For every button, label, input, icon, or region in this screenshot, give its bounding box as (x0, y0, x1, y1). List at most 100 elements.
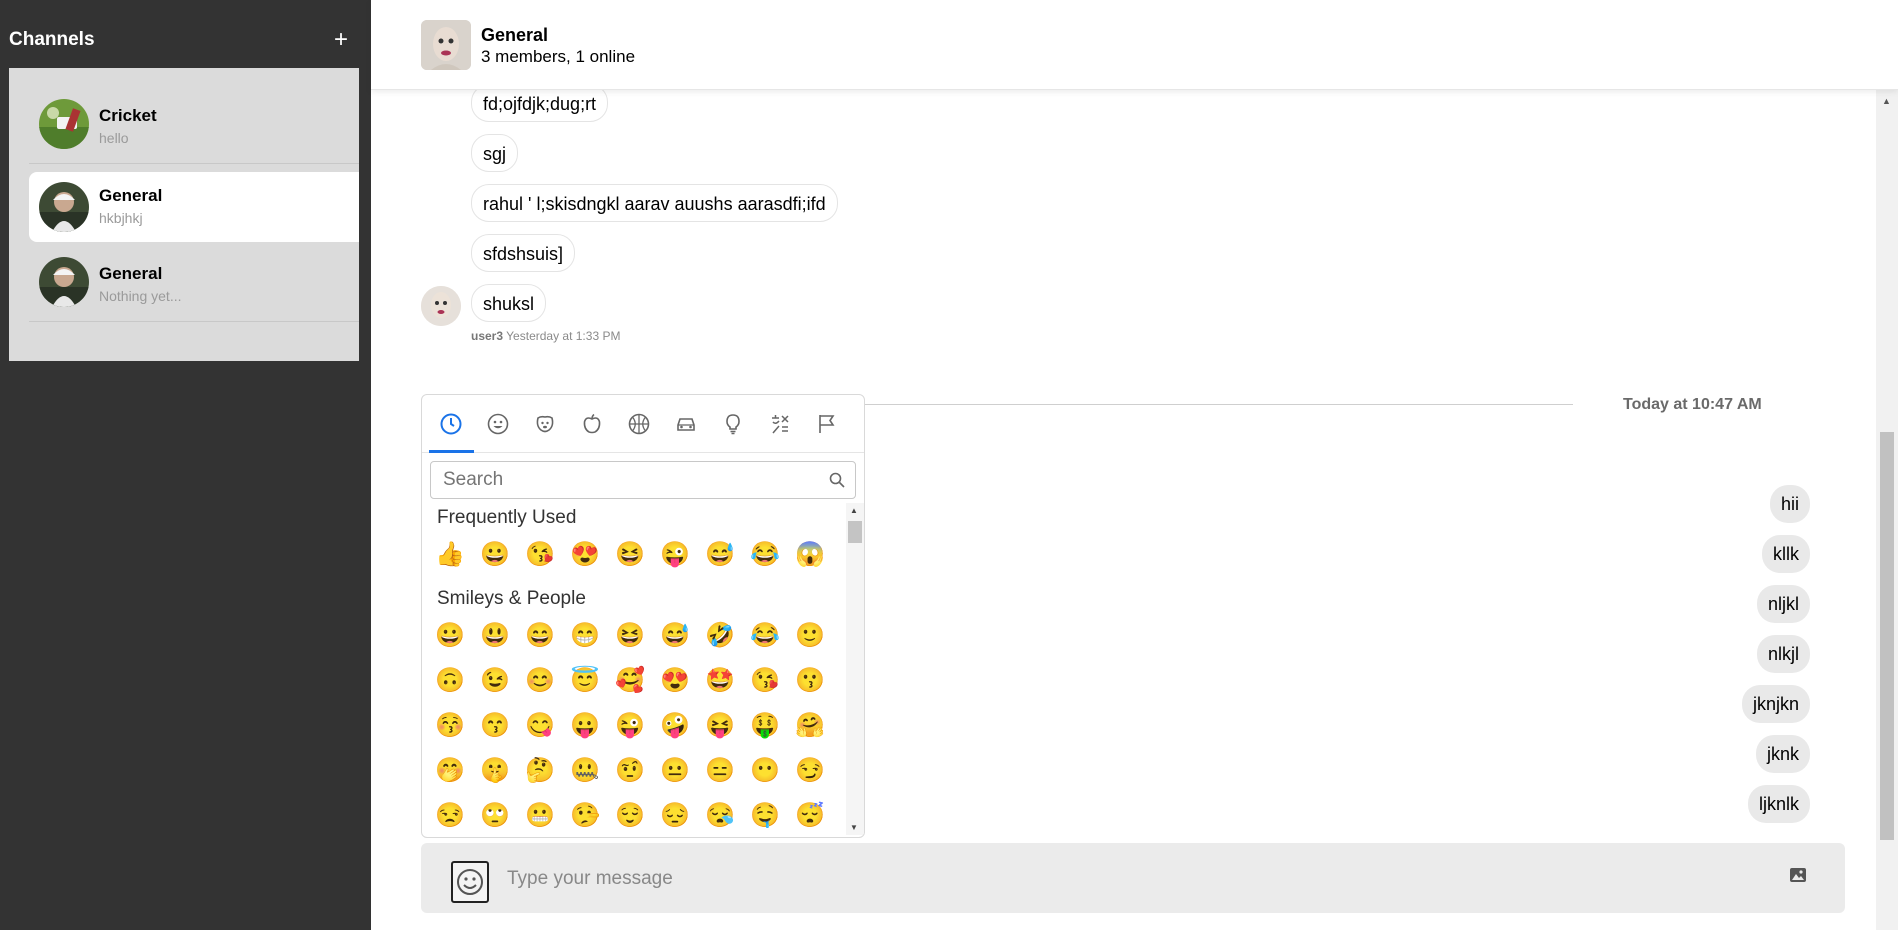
emoji-cell[interactable]: 😋 (522, 707, 558, 743)
emoji-cell[interactable]: 😇 (567, 662, 603, 698)
channel-list: Cricket hello General hkbjhkj General No… (9, 68, 359, 361)
smiley-icon[interactable] (474, 395, 521, 453)
emoji-cell[interactable]: 😑 (702, 752, 738, 788)
emoji-cell[interactable]: 😁 (567, 617, 603, 653)
emoji-cell[interactable]: 😗 (792, 662, 828, 698)
emoji-search-input[interactable] (443, 466, 813, 494)
emoji-cell[interactable]: 😜 (657, 536, 693, 572)
emoji-scrollbar[interactable]: ▲ ▼ (846, 503, 864, 835)
smileys-grid: 😀 😃 😄 😁 😆 😅 🤣 😂 🙂 🙃 😉 😊 😇 🥰 😍 🤩 😘 😗 😚 😙 😋 😛 😜 🤪 😝 🤑 🤗 🤭 🤫 🤔 🤐 🤨 😐 😑 😶 😏 😒 🙄 😬 🤥… (432, 617, 852, 837)
emoji-cell[interactable]: 😪 (702, 797, 738, 833)
emoji-cell[interactable]: 🤩 (702, 662, 738, 698)
scroll-down-arrow-icon[interactable]: ▼ (850, 823, 858, 832)
emoji-cell[interactable]: 🤗 (792, 707, 828, 743)
symbols-icon[interactable] (756, 395, 803, 453)
emoji-cell[interactable]: 😜 (612, 707, 648, 743)
emoji-cell[interactable]: 😐 (657, 752, 693, 788)
activity-icon[interactable] (615, 395, 662, 453)
emoji-cell[interactable]: 😱 (792, 536, 828, 572)
emoji-scrollbar-thumb[interactable] (848, 521, 862, 543)
message-composer (421, 843, 1845, 913)
emoji-cell[interactable]: 😍 (657, 662, 693, 698)
emoji-cell[interactable]: 🤨 (612, 752, 648, 788)
emoji-cell[interactable]: 🤫 (477, 752, 513, 788)
emoji-cell[interactable]: 😅 (702, 536, 738, 572)
scroll-up-arrow-icon[interactable]: ▲ (850, 506, 858, 515)
emoji-cell[interactable]: 🙄 (477, 797, 513, 833)
emoji-cell[interactable]: 😂 (747, 536, 783, 572)
emoji-cell[interactable]: 😀 (432, 617, 468, 653)
emoji-cell[interactable]: 🤪 (657, 707, 693, 743)
emoji-cell[interactable]: 😘 (522, 536, 558, 572)
emoji-cell[interactable]: 😊 (522, 662, 558, 698)
sent-message: jknjkn (1741, 685, 1810, 723)
emoji-cell[interactable]: 😔 (657, 797, 693, 833)
emoji-cell[interactable]: 🤤 (747, 797, 783, 833)
emoji-cell[interactable]: 😚 (432, 707, 468, 743)
message-author: user3 (471, 329, 504, 343)
channel-item-general[interactable]: General Nothing yet... (29, 242, 359, 322)
travel-icon[interactable] (662, 395, 709, 453)
emoji-cell[interactable]: 😆 (612, 617, 648, 653)
image-upload-icon[interactable] (1788, 865, 1810, 887)
objects-icon[interactable] (709, 395, 756, 453)
emoji-cell[interactable]: 😉 (477, 662, 513, 698)
emoji-toggle-button[interactable] (451, 861, 489, 903)
emoji-category-bar (422, 395, 864, 453)
emoji-cell[interactable]: 👍 (432, 536, 468, 572)
add-channel-button[interactable]: + (334, 28, 348, 52)
chat-scrollbar[interactable]: ▲ (1876, 90, 1898, 930)
emoji-cell[interactable]: 🤥 (567, 797, 603, 833)
food-icon[interactable] (568, 395, 615, 453)
emoji-cell[interactable]: 😀 (477, 536, 513, 572)
emoji-cell[interactable]: 🤐 (567, 752, 603, 788)
channel-item-cricket[interactable]: Cricket hello (29, 84, 359, 164)
emoji-cell[interactable]: 😒 (432, 797, 468, 833)
channel-preview: Nothing yet... (99, 288, 182, 304)
sent-message: hii (1769, 485, 1810, 523)
message-input[interactable] (507, 861, 1707, 897)
emoji-cell[interactable]: 😝 (702, 707, 738, 743)
channel-item-general-active[interactable]: General hkbjhkj (29, 172, 359, 242)
chat-scrollbar-thumb[interactable] (1880, 432, 1894, 840)
date-divider-line (841, 404, 1573, 405)
emoji-cell[interactable]: 😌 (612, 797, 648, 833)
emoji-cell[interactable]: 🤑 (747, 707, 783, 743)
user-avatar (421, 286, 461, 326)
recent-icon[interactable] (427, 395, 474, 453)
animal-icon[interactable] (521, 395, 568, 453)
channel-avatar (39, 98, 89, 149)
frequently-used-heading: Frequently Used (437, 507, 577, 528)
emoji-cell[interactable]: 😶 (747, 752, 783, 788)
date-divider-label: Today at 10:47 AM (1623, 396, 1762, 413)
emoji-cell[interactable]: 😆 (612, 536, 648, 572)
emoji-cell[interactable]: 😬 (522, 797, 558, 833)
emoji-cell[interactable]: 🙃 (432, 662, 468, 698)
emoji-cell[interactable]: 🥰 (612, 662, 648, 698)
emoji-cell[interactable]: 😛 (567, 707, 603, 743)
emoji-cell[interactable]: 😅 (657, 617, 693, 653)
sent-message: nljkl (1756, 585, 1810, 623)
emoji-cell[interactable]: 😂 (747, 617, 783, 653)
emoji-cell[interactable]: 😙 (477, 707, 513, 743)
emoji-cell[interactable]: 😃 (477, 617, 513, 653)
scroll-up-arrow-icon[interactable]: ▲ (1882, 96, 1891, 106)
emoji-cell[interactable]: 🤔 (522, 752, 558, 788)
emoji-cell[interactable]: 😍 (567, 536, 603, 572)
flags-icon[interactable] (803, 395, 850, 453)
smileys-heading: Smileys & People (437, 588, 586, 609)
emoji-cell[interactable]: 🤣 (702, 617, 738, 653)
emoji-cell[interactable]: 🤭 (432, 752, 468, 788)
frequently-used-grid: 👍 😀 😘 😍 😆 😜 😅 😂 😱 (432, 536, 852, 576)
emoji-cell[interactable]: 😴 (792, 797, 828, 833)
emoji-cell[interactable]: 😘 (747, 662, 783, 698)
channel-avatar (39, 182, 89, 232)
emoji-cell[interactable]: 😄 (522, 617, 558, 653)
received-message: sgj (471, 134, 519, 172)
channel-header-avatar (421, 20, 471, 70)
chat-members-status: 3 members, 1 online (481, 47, 636, 66)
sidebar: Channels + Cricket hello General hkbjhkj… (0, 0, 371, 930)
sent-message: nlkjl (1756, 635, 1810, 673)
emoji-cell[interactable]: 🙂 (792, 617, 828, 653)
emoji-cell[interactable]: 😏 (792, 752, 828, 788)
